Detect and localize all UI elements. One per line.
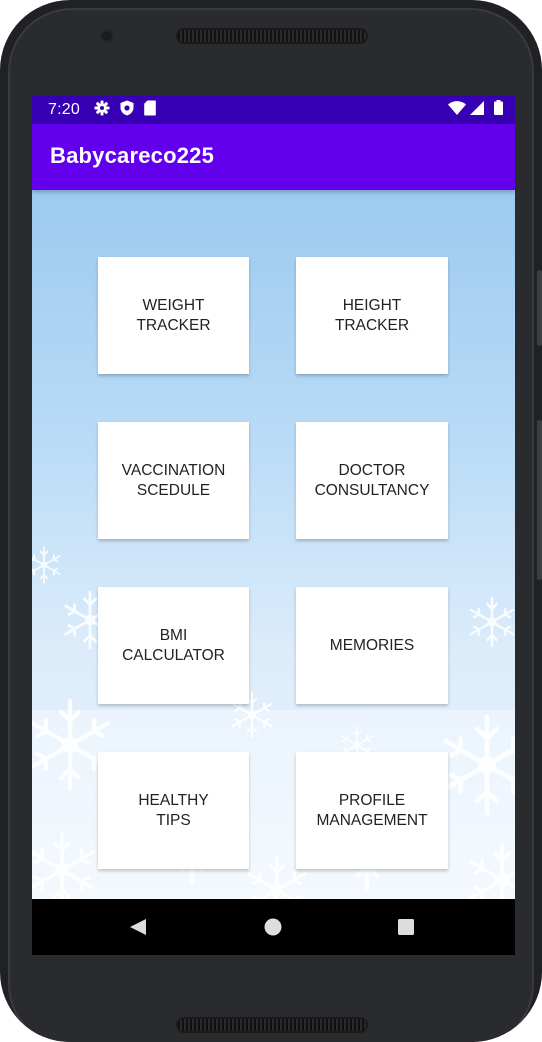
dashboard-content: WEIGHT TRACKER HEIGHT TRACKER VACCINATIO… (32, 190, 515, 899)
battery-icon (494, 100, 503, 120)
recents-icon[interactable] (396, 917, 416, 937)
back-icon[interactable] (128, 917, 148, 937)
sd-card-icon (144, 100, 156, 121)
bmi-calculator-button[interactable]: BMI CALCULATOR (98, 587, 249, 704)
app-title: Babycareco225 (50, 143, 215, 168)
memories-button[interactable]: MEMORIES (296, 587, 448, 704)
gear-icon (94, 100, 110, 121)
screen: 7:20 Babycareco225 WEIGHT TRACKER HEIGHT… (32, 96, 515, 955)
top-speaker (176, 28, 368, 44)
height-tracker-button[interactable]: HEIGHT TRACKER (296, 257, 448, 374)
bottom-speaker (176, 1017, 368, 1033)
profile-management-button[interactable]: PROFILE MANAGEMENT (296, 752, 448, 869)
vaccination-schedule-button[interactable]: VACCINATION SCEDULE (98, 422, 249, 539)
healthy-tips-button[interactable]: HEALTHY TIPS (98, 752, 249, 869)
phone-frame: 7:20 Babycareco225 WEIGHT TRACKER HEIGHT… (0, 0, 542, 1042)
status-time: 7:20 (48, 101, 80, 118)
shield-icon (120, 100, 134, 121)
front-camera (100, 29, 114, 43)
weight-tracker-button[interactable]: WEIGHT TRACKER (98, 257, 249, 374)
doctor-consultancy-button[interactable]: DOCTOR CONSULTANCY (296, 422, 448, 539)
status-bar: 7:20 (32, 96, 515, 124)
app-bar: Babycareco225 (32, 124, 515, 190)
status-right-icons (448, 100, 503, 120)
wifi-icon (448, 100, 466, 120)
home-icon[interactable] (263, 917, 283, 937)
volume-button (537, 270, 542, 346)
power-button (537, 420, 542, 580)
navigation-bar (32, 899, 515, 955)
cell-signal-icon (470, 100, 484, 120)
